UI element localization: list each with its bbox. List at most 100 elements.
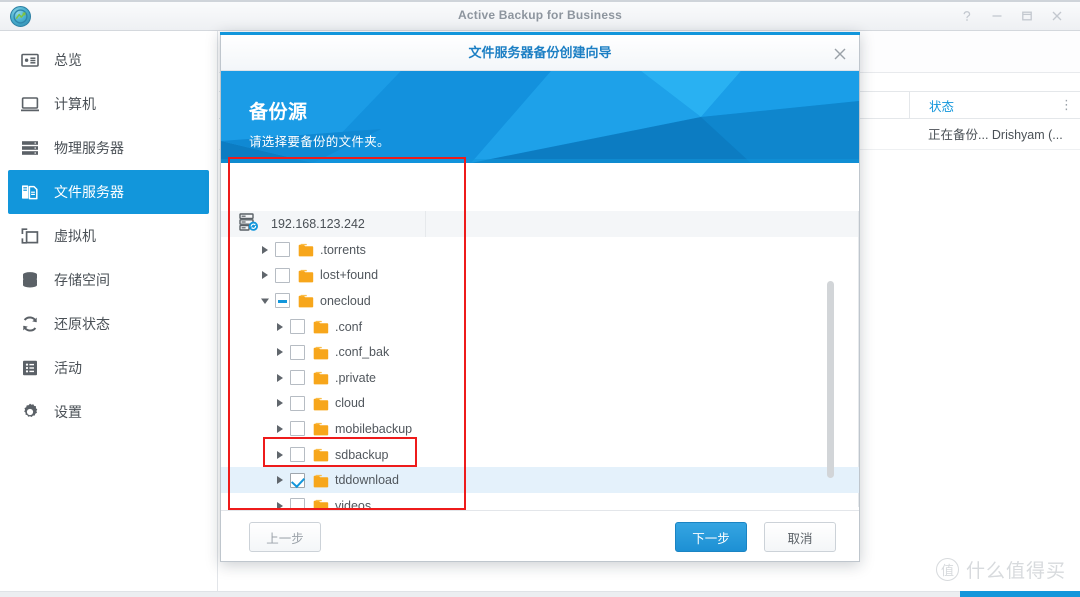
tree-node-checkbox[interactable] — [290, 319, 305, 335]
folder-icon — [298, 294, 314, 308]
chevron-right-icon[interactable] — [274, 372, 286, 384]
window-controls — [952, 0, 1072, 31]
taskbar-accent — [960, 591, 1080, 597]
previous-step-button[interactable]: 上一步 — [249, 522, 321, 552]
tree-node-cloud[interactable]: cloud — [221, 391, 859, 417]
tree-node-onecloud[interactable]: onecloud — [221, 288, 859, 314]
close-icon[interactable] — [829, 43, 851, 65]
tree-node-private[interactable]: .private — [221, 365, 859, 391]
folder-tree-panel: 192.168.123.242 .torrents lost+found one… — [221, 163, 859, 512]
folder-icon — [313, 422, 329, 436]
tree-node-label: lost+found — [320, 268, 379, 283]
backup-wizard-dialog: 文件服务器备份创建向导 备份源 请选择要备份的文件夹。 192.168.123.… — [220, 32, 860, 562]
tree-node-tddownload[interactable]: tddownload — [221, 467, 859, 493]
tree-node-label: cloud — [335, 396, 365, 411]
tree-node-checkbox[interactable] — [290, 344, 305, 360]
sidebar-list: 总览 计算机 物理服务器 文件服务器 虚拟机 存储空间 还原状态 活动 设置 — [0, 31, 217, 434]
folder-icon — [313, 371, 329, 385]
chevron-right-icon[interactable] — [274, 321, 286, 333]
sidebar-item-label: 总览 — [54, 52, 82, 68]
chevron-right-icon[interactable] — [274, 474, 286, 486]
chevron-right-icon[interactable] — [274, 449, 286, 461]
chevron-right-icon[interactable] — [274, 423, 286, 435]
chevron-right-icon[interactable] — [274, 397, 286, 409]
tree-node-lost-found[interactable]: lost+found — [221, 263, 859, 289]
activity-icon — [19, 357, 41, 379]
watermark: 值 什么值得买 — [935, 556, 1066, 583]
sidebar-item-label: 存储空间 — [54, 272, 110, 288]
dialog-header: 文件服务器备份创建向导 — [221, 35, 859, 71]
watermark-badge: 值 — [935, 558, 959, 581]
tree-node-conf[interactable]: .conf — [221, 314, 859, 340]
computer-icon — [19, 93, 41, 115]
sidebar-item-virtual-machine[interactable]: 虚拟机 — [8, 214, 209, 258]
tree-node-checkbox[interactable] — [275, 293, 290, 309]
overview-icon — [19, 49, 41, 71]
tree-node-checkbox[interactable] — [290, 447, 305, 463]
tree-node-label: sdbackup — [335, 447, 389, 462]
chevron-right-icon[interactable] — [274, 346, 286, 358]
chevron-right-icon[interactable] — [259, 269, 271, 281]
sidebar-item-activity[interactable]: 活动 — [8, 346, 209, 390]
table-column-status[interactable]: 状态 — [909, 91, 1080, 119]
sidebar-item-label: 计算机 — [54, 96, 96, 112]
virtual-machine-icon — [19, 225, 41, 247]
tree-node-list: .torrents lost+found onecloud .conf .con… — [221, 237, 859, 512]
chevron-down-icon[interactable] — [259, 295, 271, 307]
tree-root-row[interactable]: 192.168.123.242 — [221, 211, 859, 237]
restore-status-icon — [19, 313, 41, 335]
minimize-button[interactable] — [982, 0, 1012, 31]
tree-node-checkbox[interactable] — [290, 421, 305, 437]
tree-node-sdbackup[interactable]: sdbackup — [221, 442, 859, 468]
settings-gear-icon — [19, 401, 41, 423]
screen: Active Backup for Business 总览 计算机 物理服务器 … — [0, 0, 1080, 597]
folder-icon — [313, 448, 329, 462]
tree-node-torrents[interactable]: .torrents — [221, 237, 859, 263]
sidebar-item-overview[interactable]: 总览 — [8, 38, 209, 82]
next-step-button[interactable]: 下一步 — [675, 522, 747, 552]
sidebar-item-computer[interactable]: 计算机 — [8, 82, 209, 126]
watermark-text: 什么值得买 — [965, 561, 1066, 582]
tree-node-checkbox[interactable] — [290, 472, 305, 488]
table-column-status-label: 状态 — [929, 99, 955, 114]
sidebar-item-settings[interactable]: 设置 — [8, 390, 209, 434]
tree-scrollbar-thumb[interactable] — [827, 281, 834, 478]
tree-root-label: 192.168.123.242 — [271, 217, 365, 231]
help-button[interactable] — [952, 0, 982, 31]
column-options-icon[interactable]: ⋮ — [1060, 97, 1073, 113]
sidebar-item-physical-server[interactable]: 物理服务器 — [8, 126, 209, 170]
sidebar-item-label: 文件服务器 — [54, 184, 124, 200]
chevron-right-icon[interactable] — [259, 244, 271, 256]
folder-icon — [298, 269, 314, 283]
dialog-banner: 备份源 请选择要备份的文件夹。 — [221, 71, 859, 163]
storage-icon — [19, 269, 41, 291]
tree-node-conf-bak[interactable]: .conf_bak — [221, 339, 859, 365]
tree-node-label: mobilebackup — [335, 421, 413, 436]
tree-column-divider — [425, 211, 426, 237]
sidebar-item-label: 物理服务器 — [54, 140, 124, 156]
sidebar-item-label: 活动 — [54, 360, 82, 376]
dialog-title: 文件服务器备份创建向导 — [468, 45, 612, 60]
folder-icon — [313, 397, 329, 411]
tree-node-label: .conf_bak — [335, 345, 390, 360]
tree-node-checkbox[interactable] — [275, 267, 290, 283]
folder-icon — [313, 320, 329, 334]
tree-node-checkbox[interactable] — [290, 395, 305, 411]
window-title: Active Backup for Business — [458, 8, 622, 22]
close-button[interactable] — [1042, 0, 1072, 31]
sidebar-item-storage[interactable]: 存储空间 — [8, 258, 209, 302]
maximize-button[interactable] — [1012, 0, 1042, 31]
taskbar-strip — [0, 591, 1080, 597]
table-cell-status: 正在备份... Drishyam (... — [928, 128, 1063, 142]
banner-heading: 备份源 — [249, 102, 308, 123]
tree-node-checkbox[interactable] — [275, 242, 290, 258]
tree-node-mobilebackup[interactable]: mobilebackup — [221, 416, 859, 442]
tree-node-checkbox[interactable] — [290, 370, 305, 386]
tree-node-label: .private — [335, 370, 376, 385]
sidebar-item-restore-status[interactable]: 还原状态 — [8, 302, 209, 346]
cancel-button[interactable]: 取消 — [764, 522, 836, 552]
sidebar-item-file-server[interactable]: 文件服务器 — [8, 170, 209, 214]
dialog-footer: 上一步 下一步 取消 — [221, 510, 859, 561]
sidebar-item-label: 设置 — [54, 404, 82, 420]
folder-icon — [298, 243, 314, 257]
